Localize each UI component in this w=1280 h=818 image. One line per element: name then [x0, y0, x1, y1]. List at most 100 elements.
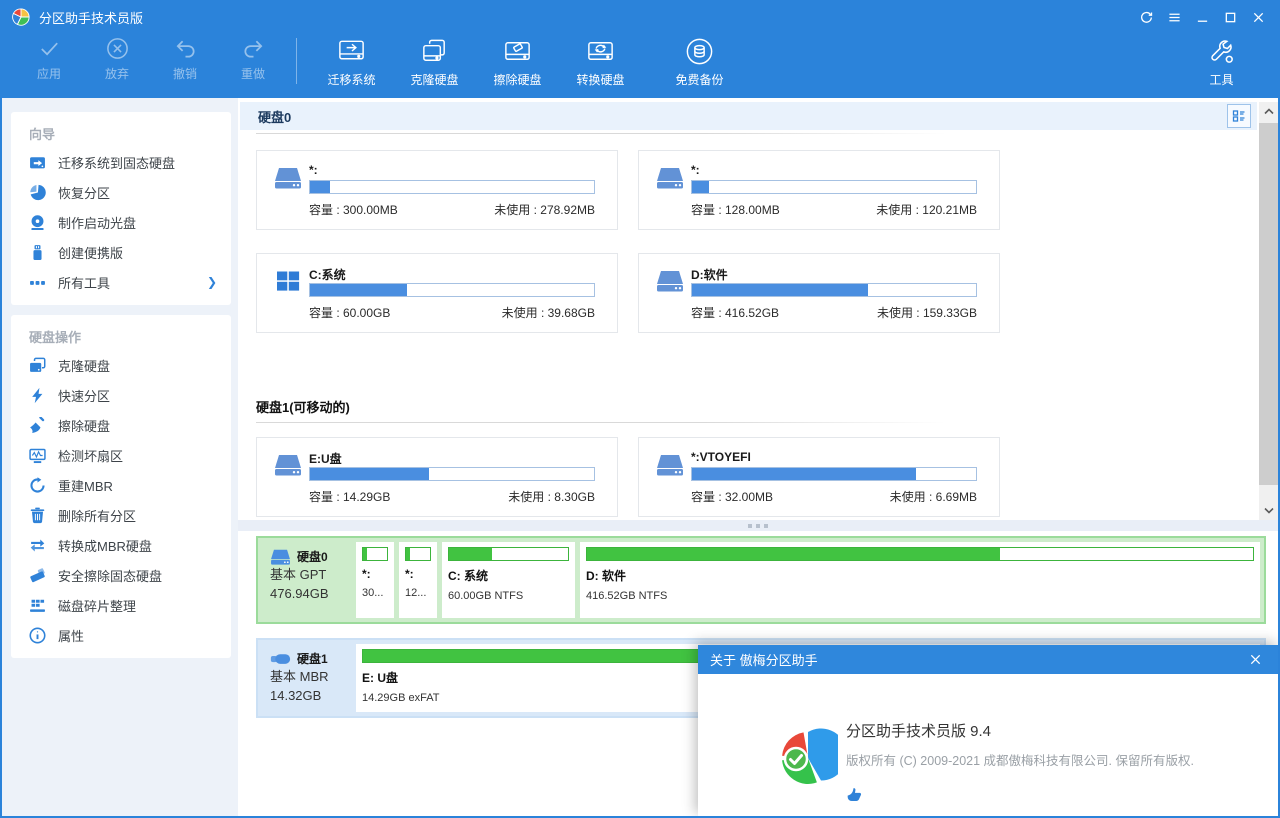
disk1-title: 硬盘1(可移动的) [256, 397, 350, 416]
toolbar-wipe-disk-button[interactable]: 擦除硬盘 [477, 36, 558, 88]
dots-icon [29, 274, 46, 291]
disk-map-row-disk0[interactable]: 硬盘0 基本 GPT 476.94GB *: 30... *: 12... C:… [256, 536, 1266, 624]
sidebar-item-convert-to-mbr[interactable]: 转换成MBR硬盘 [11, 530, 231, 560]
usb-icon [29, 244, 46, 261]
toolbar-undo-button[interactable]: 撤销 [156, 36, 214, 82]
sidebar-section-title: 硬盘操作 [11, 319, 231, 350]
undo-icon [173, 36, 198, 61]
sidebar-item-rebuild-mbr[interactable]: 重建MBR [11, 470, 231, 500]
capacity-label: 容量 : 32.00MB [691, 488, 773, 505]
toolbar-convert-disk-button[interactable]: 转换硬盘 [560, 36, 641, 88]
swap-icon [29, 537, 46, 554]
sidebar-item-clone-disk[interactable]: 克隆硬盘 [11, 350, 231, 380]
divider [256, 133, 946, 134]
sidebar-item-check-bad-sectors[interactable]: 检测坏扇区 [11, 440, 231, 470]
menu-icon[interactable] [1160, 5, 1188, 29]
hard-drive-icon [656, 454, 684, 476]
partition-card[interactable]: E:U盘 容量 : 14.29GB 未使用 : 8.30GB [256, 437, 618, 517]
usage-bar [309, 180, 595, 194]
toolbar-clone-disk-button[interactable]: 克隆硬盘 [394, 36, 475, 88]
scrollbar-thumb[interactable] [1259, 123, 1278, 485]
pointer-hand-icon [845, 784, 864, 803]
usage-bar [309, 283, 595, 297]
view-toggle-icon[interactable] [1227, 104, 1251, 128]
sidebar-item-make-boot-disc[interactable]: 制作启动光盘 [11, 207, 231, 237]
dialog-close-icon[interactable] [1244, 649, 1266, 671]
disk-map-block[interactable]: C: 系统 60.00GB NTFS [442, 542, 575, 618]
vertical-scrollbar[interactable] [1259, 102, 1278, 520]
maximize-icon[interactable] [1216, 5, 1244, 29]
about-dialog-titlebar[interactable]: 关于 傲梅分区助手 [698, 645, 1278, 674]
sidebar-item-quick-partition[interactable]: 快速分区 [11, 380, 231, 410]
minimize-icon[interactable] [1188, 5, 1216, 29]
sidebar-item-migrate-to-ssd[interactable]: 迁移系统到固态硬盘 [11, 147, 231, 177]
aomei-logo-icon [774, 726, 838, 790]
disk-map-block[interactable]: *: 30... [356, 542, 394, 618]
toolbar-separator [296, 38, 297, 84]
partition-card[interactable]: C:系统 容量 : 60.00GB 未使用 : 39.68GB [256, 253, 618, 333]
hard-drive-icon [270, 549, 291, 565]
scroll-up-icon[interactable] [1259, 102, 1278, 121]
toolbar-migrate-os-button[interactable]: 迁移系统 [311, 36, 392, 88]
unused-label: 未使用 : 159.33GB [877, 304, 977, 321]
about-dialog-title: 关于 傲梅分区助手 [710, 650, 818, 669]
divider [256, 422, 946, 423]
product-version: 分区助手技术员版 9.4 [846, 720, 991, 741]
disc-icon [29, 214, 46, 231]
partition-name: D:软件 [691, 266, 728, 283]
discard-icon [105, 36, 130, 61]
usage-bar [309, 467, 595, 481]
partition-name: C:系统 [309, 266, 346, 283]
app-window: 分区助手技术员版 应用 放弃 撤销 重做 迁移系统 克隆硬盘 擦除硬盘 转换硬盘 [0, 0, 1280, 818]
disk-map-block[interactable]: D: 软件 416.52GB NTFS [580, 542, 1260, 618]
bolt-icon [29, 387, 46, 404]
unused-label: 未使用 : 120.21MB [876, 201, 977, 218]
unused-label: 未使用 : 8.30GB [508, 488, 595, 505]
eraser-icon [29, 567, 46, 584]
disk-map-block[interactable]: *: 12... [399, 542, 437, 618]
sidebar-item-delete-all-partitions[interactable]: 删除所有分区 [11, 500, 231, 530]
block-name: *: [405, 567, 431, 581]
partition-card[interactable]: *: 容量 : 128.00MB 未使用 : 120.21MB [638, 150, 1000, 230]
sidebar-item-disk-defrag[interactable]: 磁盘碎片整理 [11, 590, 231, 620]
sidebar-item-all-tools[interactable]: 所有工具 ❯ [11, 267, 231, 297]
toolbar-discard-button[interactable]: 放弃 [88, 36, 146, 82]
sidebar-item-secure-erase-ssd[interactable]: 安全擦除固态硬盘 [11, 560, 231, 590]
sidebar-item-properties[interactable]: 属性 [11, 620, 231, 650]
copyright-text: 版权所有 (C) 2009-2021 成都傲梅科技有限公司. 保留所有版权. [846, 750, 1194, 769]
toolbar-redo-button[interactable]: 重做 [224, 36, 282, 82]
usb-drive-icon [270, 651, 291, 667]
info-icon [29, 627, 46, 644]
sidebar-item-recover-partition[interactable]: 恢复分区 [11, 177, 231, 207]
defrag-icon [29, 597, 46, 614]
panel-splitter[interactable] [238, 520, 1278, 531]
toolbar-big-group: 迁移系统 克隆硬盘 擦除硬盘 转换硬盘 免费备份 [311, 32, 740, 88]
block-size: 12... [405, 587, 431, 599]
sidebar-section: 向导 迁移系统到固态硬盘 恢复分区 制作启动光盘 创建便携版 所有工具 ❯ [11, 112, 231, 305]
sidebar: 向导 迁移系统到固态硬盘 恢复分区 制作启动光盘 创建便携版 所有工具 ❯ 硬盘… [2, 98, 238, 816]
wrench-icon [1206, 36, 1237, 67]
app-logo-icon [12, 8, 30, 26]
tools-button[interactable]: 工具 [1181, 36, 1262, 88]
disk0-title: 硬盘0 [258, 107, 291, 126]
partition-card[interactable]: D:软件 容量 : 416.52GB 未使用 : 159.33GB [638, 253, 1000, 333]
window-controls [1132, 5, 1272, 29]
partition-card[interactable]: *:VTOYEFI 容量 : 32.00MB 未使用 : 6.69MB [638, 437, 1000, 517]
refresh-icon[interactable] [1132, 5, 1160, 29]
clone-disk-icon [419, 36, 450, 67]
usage-bar [448, 547, 569, 561]
sidebar-item-create-portable[interactable]: 创建便携版 [11, 237, 231, 267]
toolbar-apply-button[interactable]: 应用 [20, 36, 78, 82]
disk0-size: 476.94GB [270, 584, 356, 603]
trash-icon [29, 507, 46, 524]
close-icon[interactable] [1244, 5, 1272, 29]
usage-bar [405, 547, 431, 561]
scroll-down-icon[interactable] [1259, 501, 1278, 520]
partition-card[interactable]: *: 容量 : 300.00MB 未使用 : 278.92MB [256, 150, 618, 230]
toolbar-free-backup-button[interactable]: 免费备份 [659, 36, 740, 88]
disk1-info: 硬盘1 基本 MBR 14.32GB [262, 644, 356, 712]
sidebar-item-wipe-disk[interactable]: 擦除硬盘 [11, 410, 231, 440]
partition-name: *: [691, 163, 700, 177]
hard-drive-icon [274, 167, 302, 189]
capacity-label: 容量 : 128.00MB [691, 201, 780, 218]
